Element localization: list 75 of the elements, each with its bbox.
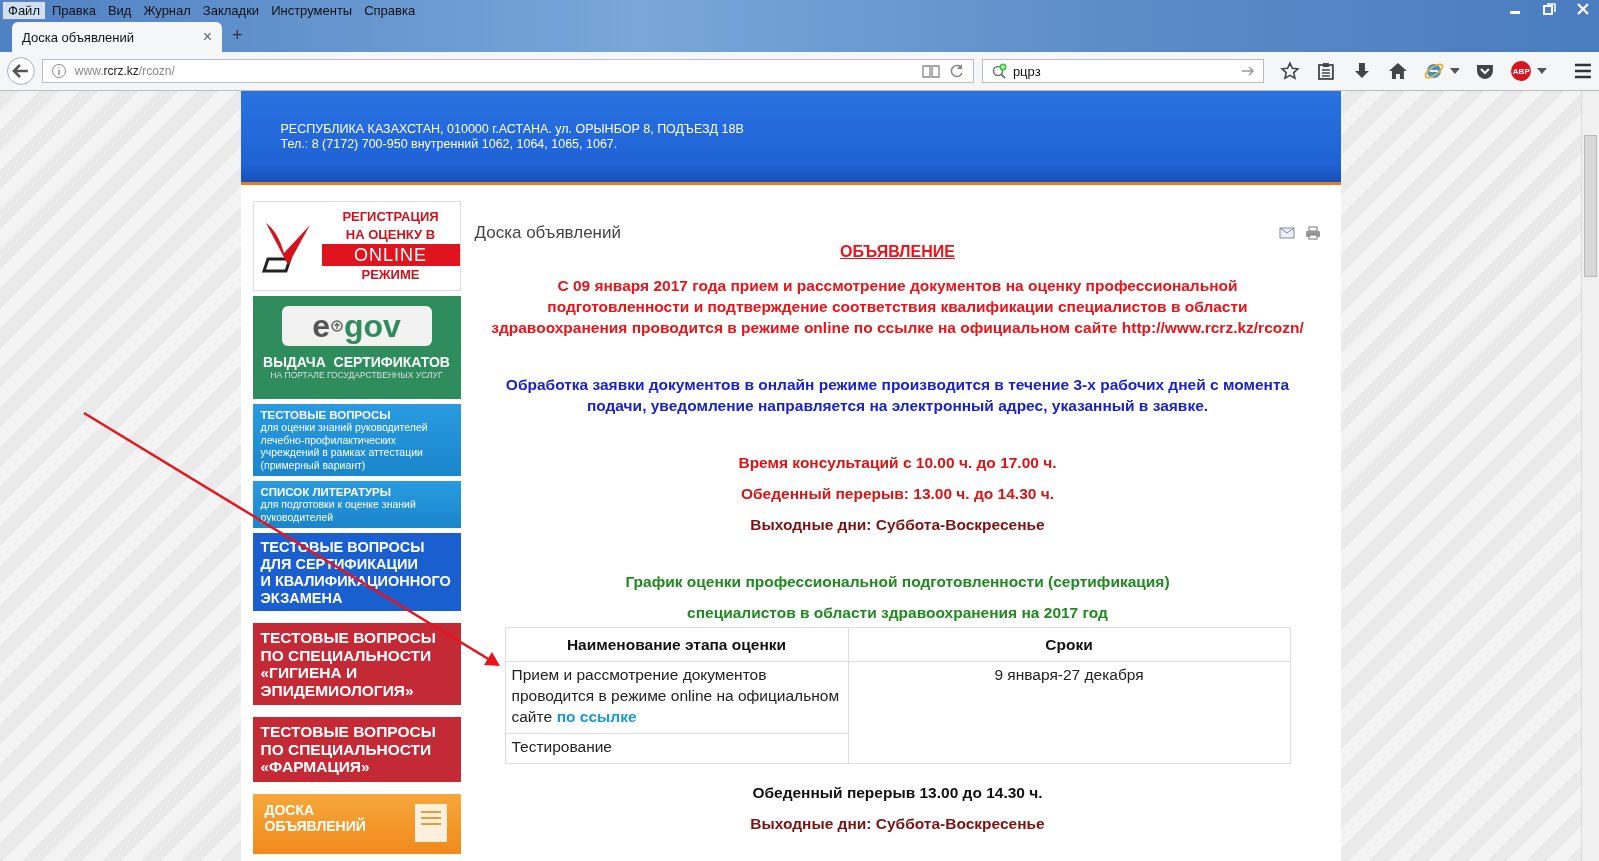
table-cell: Тестирование [505,733,848,764]
menu-item[interactable]: Правка [45,0,102,20]
header-text: Тел.: 8 (7172) 700-950 внутренний 1062, 1064, 1065, 1067. [280,136,619,152]
banner-title: ВЫДАЧА СЕРТИФИКАТОВ [263,354,450,370]
adblock-button[interactable]: ABP [1511,61,1532,81]
announcement-text: Обеденный перерыв: 13.00 ч. до 14.30 ч. [741,484,1054,504]
home-icon[interactable] [1387,61,1408,81]
announcement-text: Обработка заявки документов в онлайн режиме производится в течение 3-х рабочих дней с момента подачи, уведомление направляется на электронный адрес, указанный в заявке. [504,375,1291,416]
menu-item[interactable]: Файл [2,0,46,20]
announcement-text: специалистов в области здравоохранения на 2017 год [687,603,1108,623]
arrow-circle-icon [330,320,343,332]
announcement-text: Обеденный перерыв 13.00 до 14.30 ч. [752,783,1043,803]
reload-icon[interactable] [948,63,965,79]
announcement-text: Выходные дни: Суббота-Воскресенье [750,515,1045,535]
scrollbar[interactable] [1581,91,1599,861]
announcement-text: Выходные дни: Суббота-Воскресенье [750,814,1045,834]
reader-view-icon[interactable] [920,63,941,79]
info-icon[interactable] [50,63,67,79]
email-icon[interactable] [1278,227,1295,239]
menu-item[interactable]: Справка [358,0,422,20]
banner-title: ТЕСТОВЫЕ ВОПРОСЫ ПО СПЕЦИАЛЬНОСТИ «ФАРМАЦИЯ» [260,723,437,776]
banner-title: СПИСОК ЛИТЕРАТУРЫ [260,486,393,498]
banner-text: для подготовки к оценке знаний руководителей [260,498,417,523]
info-banner[interactable]: СПИСОК ЛИТЕРАТУРЫ для подготовки к оценке знаний руководителей [252,481,461,528]
test-questions-banner[interactable]: ТЕСТОВЫЕ ВОПРОСЫ ПО СПЕЦИАЛЬНОСТИ «ФАРМАЦИЯ» [252,717,461,782]
header-text: РЕСПУБЛИКА КАЗАХСТАН, 010000 г.АСТАНА. ул. ОРЫНБОР 8, ПОДЪЕЗД 18В [280,121,745,137]
back-icon[interactable] [6,56,36,86]
banner-title: ТЕСТОВЫЕ ВОПРОСЫ ПО СПЕЦИАЛЬНОСТИ «ГИГИЕНА И ЭПИДЕМИОЛОГИЯ» [260,629,437,699]
announcement-heading: ОБЪЯВЛЕНИЕ [840,243,955,261]
search-field[interactable]: рцрз [981,59,1265,83]
url-text: www.rcrz.kz/rcozn/ [74,64,175,78]
banner-text: для оценки знаний руководителей лечебно-профилактических учреждений в рамках аттестации (примерный вариант) [260,421,429,471]
print-icon[interactable] [1304,226,1321,240]
dropdown-caret-icon[interactable] [1449,68,1460,74]
table-cell: Прием и рассмотрение документов проводится в режиме online на официальном сайте по ссылке [505,661,848,734]
tab-title: Доска объявлений [22,29,136,45]
clipboard-icon[interactable] [1316,61,1336,81]
search-text: рцрз [1012,63,1041,79]
column-header: Наименование этапа оценки [505,627,848,662]
menu-icon[interactable] [1573,63,1594,79]
logo-text: e [312,308,330,344]
menu-item[interactable]: Журнал [137,0,197,20]
search-icon [990,63,1009,79]
online-label: ONLINE [321,244,460,266]
announcement-text: С 09 января 2017 года прием и рассмотрение документов на оценку профессиональной подготовленности и подтверждение соответствия квалификации специалистов в области здравоохранения проводится в режиме online по ссылке на официальном сайте http://www.rcrz.kz/rcozn/ [491,276,1304,338]
banner-title: ДОСКА ОБЪЯВЛЕНИЙ [264,801,366,834]
menu-item[interactable]: Закладки [196,0,266,20]
registration-banner[interactable]: РЕГИСТРАЦИЯ НА ОЦЕНКУ В ONLINE РЕЖИМЕ [252,201,461,291]
bookmark-star-icon[interactable] [1280,61,1301,81]
column-header: Сроки [848,627,1290,662]
new-tab-button[interactable]: + [232,25,243,46]
banner-text: РЕЖИМЕ [361,266,420,284]
globe-icon[interactable] [1423,61,1444,81]
egov-banner[interactable]: e gov ВЫДАЧА СЕРТИФИКАТОВ НА ПОРТАЛЕ ГОСУДАРСТВЕННЫХ УСЛУГ [252,296,461,399]
article-title: Доска объявлений [474,223,621,243]
menu-item[interactable]: Вид [101,0,138,20]
tab-close-button[interactable]: × [202,28,212,46]
info-banner[interactable]: ТЕСТОВЫЕ ВОПРОСЫ для оценки знаний руководителей лечебно-профилактических учреждений в рамках аттестации (примерный вариант) [252,404,461,476]
dropdown-caret-icon[interactable] [1537,68,1548,74]
address-field[interactable]: www.rcrz.kz/rcozn/ [41,59,974,83]
banner-title: ТЕСТОВЫЕ ВОПРОСЫ [260,409,392,421]
banner-subtitle: НА ПОРТАЛЕ ГОСУДАРСТВЕННЫХ УСЛУГ [270,370,443,380]
document-icon [412,801,449,842]
announcement-text: Время консультаций с 10.00 ч. до 17.00 ч. [738,453,1057,473]
table-cell: 9 января-27 декабря [848,661,1290,764]
banner-text: РЕГИСТРАЦИЯ [342,208,439,226]
logo-text: gov [343,308,401,344]
banner-text: НА ОЦЕНКУ В [345,226,436,244]
go-arrow-icon[interactable] [1241,65,1256,77]
menu-item[interactable]: Инструменты [265,0,359,20]
link[interactable]: по ссылке [556,708,637,725]
test-questions-banner[interactable]: ТЕСТОВЫЕ ВОПРОСЫ ПО СПЕЦИАЛЬНОСТИ «ГИГИЕНА И ЭПИДЕМИОЛОГИЯ» [252,623,461,705]
announcement-text: График оценки профессиональной подготовленности (сертификация) [625,572,1170,592]
browser-tab[interactable]: Доска объявлений × [12,22,222,52]
scrollbar-thumb[interactable] [1584,135,1597,277]
